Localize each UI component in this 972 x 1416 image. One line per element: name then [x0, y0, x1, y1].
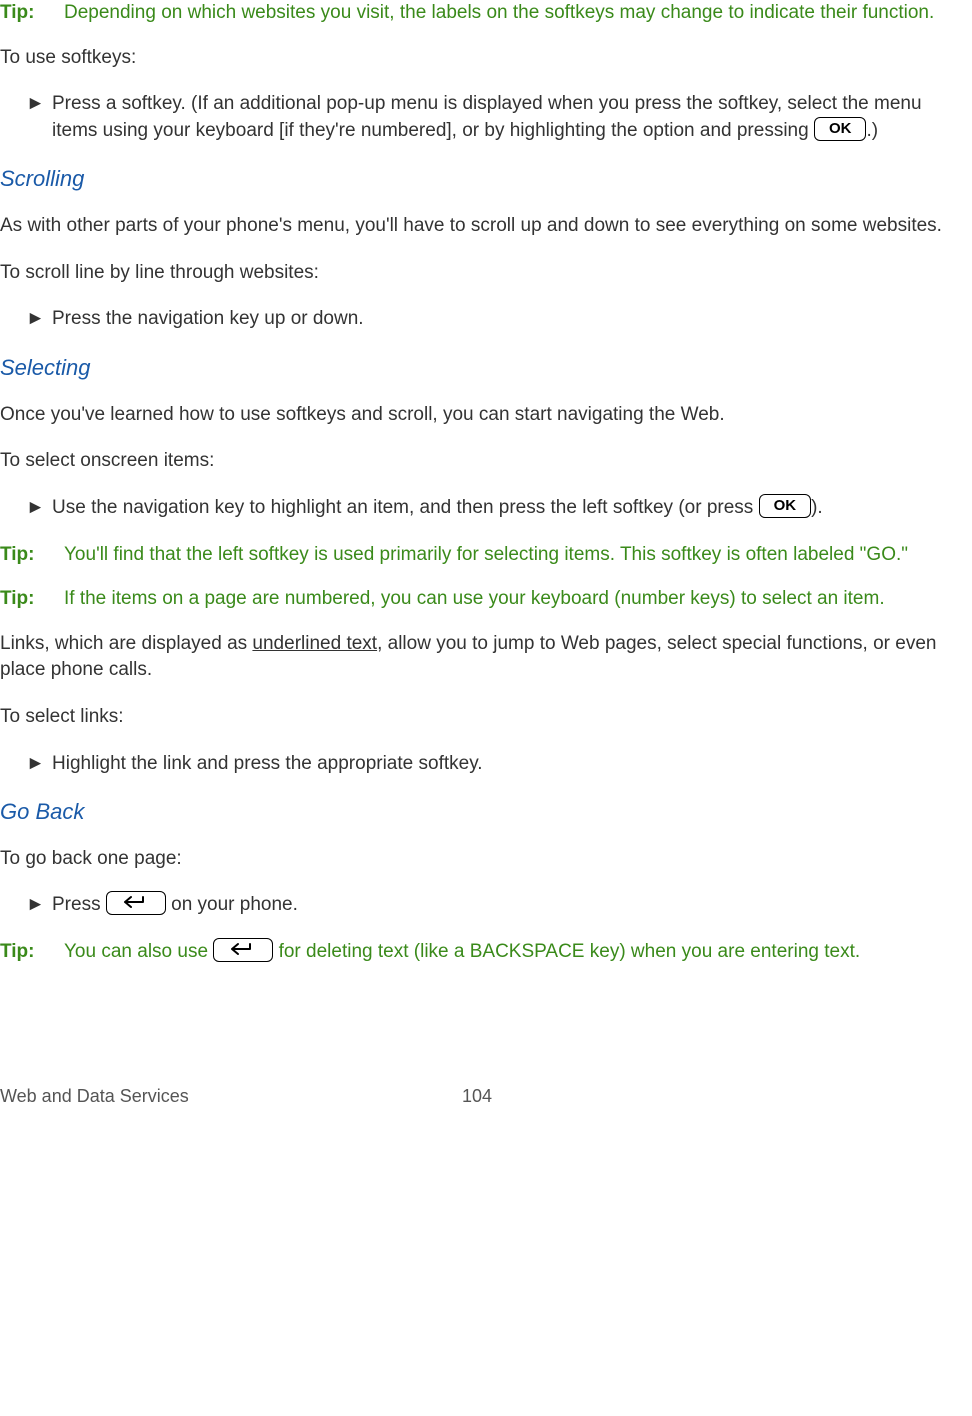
bullet-marker-icon: ► [26, 91, 52, 118]
document-body: Tip: Depending on which websites you vis… [0, 0, 954, 1044]
paragraph: To go back one page: [0, 846, 954, 873]
text-fragment: You can also use [64, 941, 213, 962]
page-footer: Web and Data Services 104 [0, 1084, 954, 1109]
paragraph: As with other parts of your phone's menu… [0, 213, 954, 240]
bullet-body: Press a softkey. (If an additional pop-u… [52, 91, 954, 144]
heading-scrolling: Scrolling [0, 164, 954, 195]
bullet-item: ► Highlight the link and press the appro… [0, 751, 954, 778]
paragraph: To select links: [0, 704, 954, 731]
heading-selecting: Selecting [0, 353, 954, 384]
bullet-marker-icon: ► [26, 892, 52, 919]
bullet-marker-icon: ► [26, 751, 52, 778]
ok-key-icon: OK [759, 494, 812, 518]
text-fragment: for deleting text (like a BACKSPACE key)… [273, 941, 860, 962]
bullet-body: Use the navigation key to highlight an i… [52, 495, 954, 522]
back-key-icon [213, 938, 273, 962]
tip-label: Tip: [0, 939, 64, 966]
tip-block: Tip: You can also use for deleting text … [0, 939, 954, 966]
bullet-item: ► Press the navigation key up or down. [0, 306, 954, 333]
footer-page-number: 104 [462, 1084, 492, 1109]
back-key-icon [106, 891, 166, 915]
tip-body-text: You can also use for deleting text (like… [64, 939, 860, 966]
paragraph: To scroll line by line through websites: [0, 260, 954, 287]
text-fragment: Press [52, 894, 106, 915]
bullet-marker-icon: ► [26, 495, 52, 522]
text-fragment: ). [811, 497, 823, 518]
tip-label: Tip: [0, 542, 64, 569]
text-fragment: .) [866, 120, 878, 141]
tip-body-text: If the items on a page are numbered, you… [64, 586, 885, 613]
text-fragment: Links, which are displayed as [0, 633, 252, 654]
paragraph: To select onscreen items: [0, 448, 954, 475]
text-fragment: Press a softkey. (If an additional pop-u… [52, 93, 922, 141]
bullet-item: ► Use the navigation key to highlight an… [0, 495, 954, 522]
bullet-body: Press on your phone. [52, 892, 954, 919]
tip-label: Tip: [0, 586, 64, 613]
bullet-body: Press the navigation key up or down. [52, 306, 954, 333]
tip-block: Tip: You'll find that the left softkey i… [0, 542, 954, 569]
bullet-body: Highlight the link and press the appropr… [52, 751, 954, 778]
bullet-item: ► Press on your phone. [0, 892, 954, 919]
text-fragment: Use the navigation key to highlight an i… [52, 497, 759, 518]
heading-goback: Go Back [0, 797, 954, 828]
bullet-item: ► Press a softkey. (If an additional pop… [0, 91, 954, 144]
ok-key-icon: OK [814, 117, 867, 141]
text-fragment: on your phone. [166, 894, 298, 915]
paragraph: To use softkeys: [0, 45, 954, 72]
tip-block: Tip: If the items on a page are numbered… [0, 586, 954, 613]
paragraph: Links, which are displayed as underlined… [0, 631, 954, 684]
footer-section-title: Web and Data Services [0, 1086, 189, 1106]
tip-body-text: Depending on which websites you visit, t… [64, 0, 934, 27]
underlined-text: underlined text [252, 633, 377, 654]
tip-label: Tip: [0, 0, 64, 27]
bullet-marker-icon: ► [26, 306, 52, 333]
paragraph: Once you've learned how to use softkeys … [0, 402, 954, 429]
tip-body-text: You'll find that the left softkey is use… [64, 542, 908, 569]
tip-block: Tip: Depending on which websites you vis… [0, 0, 954, 27]
